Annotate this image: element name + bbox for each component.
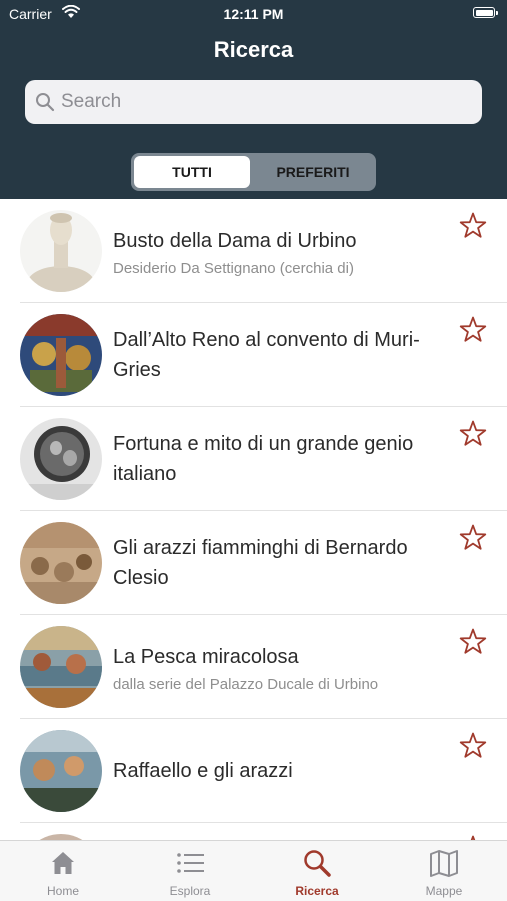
tab-label: Esplora: [169, 884, 211, 898]
star-icon[interactable]: [458, 523, 488, 553]
item-subtitle: dalla serie del Palazzo Ducale di Urbino: [113, 675, 379, 693]
thumbnail: [20, 522, 102, 604]
list-icon: [177, 853, 204, 873]
list-item[interactable]: Gli arazzi fiamminghi di Bernardo Clesio: [0, 511, 507, 615]
item-subtitle: Desiderio Da Settignano (cerchia di): [113, 259, 354, 277]
thumbnail: [20, 210, 102, 292]
tab-label: Home: [46, 884, 79, 898]
list-item[interactable]: Busto della Dama di Urbino Desiderio Da …: [0, 199, 507, 303]
segment-favorites[interactable]: PREFERITI: [253, 156, 373, 188]
star-icon[interactable]: [458, 211, 488, 241]
results-list: Busto della Dama di Urbino Desiderio Da …: [0, 199, 507, 823]
magnifier-icon: [304, 850, 331, 877]
page-title: Ricerca: [213, 37, 294, 62]
search-bar[interactable]: [25, 80, 482, 124]
list-item[interactable]: Dall’Alto Reno al convento di Muri-Gries: [0, 303, 507, 407]
map-icon: [430, 850, 458, 877]
status-bar: Carrier 12:11 PM: [0, 0, 507, 28]
segment-all[interactable]: TUTTI: [134, 156, 250, 188]
tab-esplora[interactable]: Esplora: [127, 841, 253, 901]
header: Carrier 12:11 PM Ricerca TUTTI PREFERITI: [0, 0, 507, 199]
star-icon[interactable]: [458, 627, 488, 657]
item-title: Dall’Alto Reno al convento di Muri-Gries: [113, 329, 420, 381]
tab-mappe[interactable]: Mappe: [381, 841, 507, 901]
star-icon[interactable]: [458, 315, 488, 345]
item-title: Gli arazzi fiamminghi di Bernardo Clesio: [113, 537, 408, 589]
tab-bar: Home Esplora Ricerca Mappe: [0, 840, 507, 901]
tab-label: Ricerca: [295, 884, 339, 898]
clock: 12:11 PM: [223, 6, 284, 22]
thumbnail: [20, 418, 102, 500]
star-icon[interactable]: [458, 419, 488, 449]
search-input[interactable]: [61, 80, 461, 124]
item-title: Busto della Dama di Urbino: [113, 229, 357, 252]
star-icon[interactable]: [458, 731, 488, 761]
thumbnail: [20, 730, 102, 812]
segmented-control: TUTTI PREFERITI: [131, 153, 376, 191]
house-icon: [52, 852, 74, 874]
thumbnail: [20, 314, 102, 396]
tab-ricerca[interactable]: Ricerca: [254, 841, 380, 901]
battery-icon: [473, 7, 498, 18]
list-item[interactable]: Raffaello e gli arazzi: [0, 719, 507, 823]
list-item[interactable]: Fortuna e mito di un grande genio italia…: [0, 407, 507, 511]
tab-label: Mappe: [425, 884, 463, 898]
list-item[interactable]: La Pesca miracolosa dalla serie del Pala…: [0, 615, 507, 719]
item-title: Raffaello e gli arazzi: [113, 760, 293, 782]
search-icon: [36, 93, 55, 112]
thumbnail: [20, 626, 102, 708]
item-title: Fortuna e mito di un grande genio italia…: [113, 433, 414, 485]
tab-home[interactable]: Home: [0, 841, 126, 901]
item-title: La Pesca miracolosa: [113, 645, 299, 668]
